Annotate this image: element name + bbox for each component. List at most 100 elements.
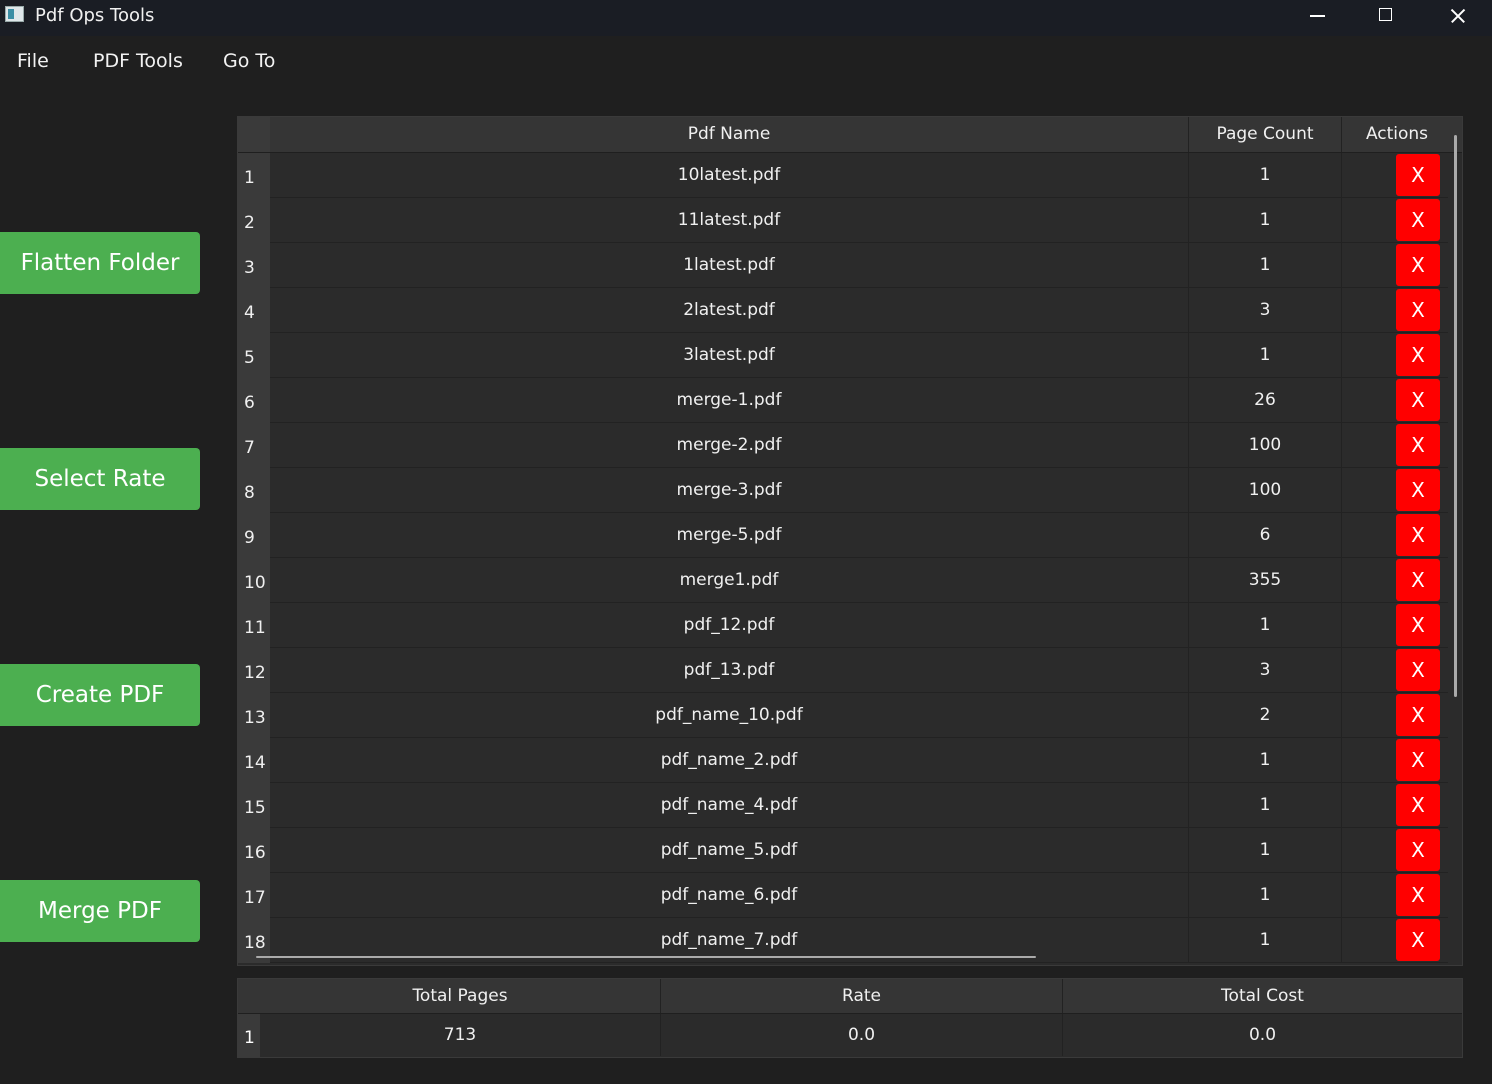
page-count-cell[interactable]: 100 xyxy=(1189,468,1342,512)
summary-header: Total Pages Rate Total Cost xyxy=(238,979,1462,1014)
pdf-name-cell[interactable]: 2latest.pdf xyxy=(270,288,1189,332)
vertical-scrollbar[interactable] xyxy=(1454,135,1457,697)
pdf-name-cell[interactable]: merge-5.pdf xyxy=(270,513,1189,557)
maximize-icon[interactable] xyxy=(1356,0,1416,32)
page-count-cell[interactable]: 100 xyxy=(1189,423,1342,467)
pdf-name-cell[interactable]: pdf_13.pdf xyxy=(270,648,1189,692)
table-row[interactable]: 14 pdf_name_2.pdf 1 X xyxy=(238,738,1448,783)
row-number: 6 xyxy=(238,378,270,423)
table-row[interactable]: 15 pdf_name_4.pdf 1 X xyxy=(238,783,1448,828)
pdf-name-cell[interactable]: pdf_name_2.pdf xyxy=(270,738,1189,782)
page-count-cell[interactable]: 3 xyxy=(1189,288,1342,332)
pdf-name-cell[interactable]: merge-1.pdf xyxy=(270,378,1189,422)
table-row[interactable]: 4 2latest.pdf 3 X xyxy=(238,288,1448,333)
column-header-pdf-name[interactable]: Pdf Name xyxy=(270,117,1189,152)
page-count-cell[interactable]: 1 xyxy=(1189,333,1342,377)
pdf-name-cell[interactable]: pdf_12.pdf xyxy=(270,603,1189,647)
summary-table: Total Pages Rate Total Cost 1 713 0.0 0.… xyxy=(237,978,1463,1058)
column-header-rate[interactable]: Rate xyxy=(661,979,1063,1013)
table-row[interactable]: 6 merge-1.pdf 26 X xyxy=(238,378,1448,423)
pdf-name-cell[interactable]: 1latest.pdf xyxy=(270,243,1189,287)
pdf-name-cell[interactable]: 11latest.pdf xyxy=(270,198,1189,242)
flatten-folder-button[interactable]: Flatten Folder xyxy=(0,232,200,294)
table-row[interactable]: 16 pdf_name_5.pdf 1 X xyxy=(238,828,1448,873)
delete-button[interactable]: X xyxy=(1396,559,1440,601)
row-number: 16 xyxy=(238,828,270,873)
minimize-icon[interactable] xyxy=(1288,0,1348,32)
delete-button[interactable]: X xyxy=(1396,649,1440,691)
table-row[interactable]: 12 pdf_13.pdf 3 X xyxy=(238,648,1448,693)
total-pages-value[interactable]: 713 xyxy=(260,1014,661,1056)
page-count-cell[interactable]: 6 xyxy=(1189,513,1342,557)
pdf-name-cell[interactable]: pdf_name_4.pdf xyxy=(270,783,1189,827)
delete-button[interactable]: X xyxy=(1396,334,1440,376)
delete-button[interactable]: X xyxy=(1396,514,1440,556)
delete-button[interactable]: X xyxy=(1396,469,1440,511)
delete-button[interactable]: X xyxy=(1396,379,1440,421)
delete-button[interactable]: X xyxy=(1396,289,1440,331)
select-rate-button[interactable]: Select Rate xyxy=(0,448,200,510)
row-number: 12 xyxy=(238,648,270,693)
page-count-cell[interactable]: 1 xyxy=(1189,198,1342,242)
table-row[interactable]: 13 pdf_name_10.pdf 2 X xyxy=(238,693,1448,738)
pdf-name-cell[interactable]: 10latest.pdf xyxy=(270,153,1189,197)
table-header: Pdf Name Page Count Actions xyxy=(238,117,1462,153)
total-cost-value[interactable]: 0.0 xyxy=(1063,1014,1462,1056)
close-icon[interactable] xyxy=(1428,0,1488,32)
menu-pdf-tools[interactable]: PDF Tools xyxy=(93,50,183,72)
merge-pdf-button[interactable]: Merge PDF xyxy=(0,880,200,942)
create-pdf-button[interactable]: Create PDF xyxy=(0,664,200,726)
page-count-cell[interactable]: 1 xyxy=(1189,783,1342,827)
page-count-cell[interactable]: 1 xyxy=(1189,828,1342,872)
delete-button[interactable]: X xyxy=(1396,829,1440,871)
column-header-total-pages[interactable]: Total Pages xyxy=(260,979,661,1013)
delete-button[interactable]: X xyxy=(1396,874,1440,916)
page-count-cell[interactable]: 3 xyxy=(1189,648,1342,692)
column-header-actions[interactable]: Actions xyxy=(1342,117,1452,152)
delete-button[interactable]: X xyxy=(1396,784,1440,826)
rate-value[interactable]: 0.0 xyxy=(661,1014,1063,1056)
page-count-cell[interactable]: 1 xyxy=(1189,738,1342,782)
delete-button[interactable]: X xyxy=(1396,919,1440,961)
column-header-total-cost[interactable]: Total Cost xyxy=(1063,979,1462,1013)
table-row[interactable]: 3 1latest.pdf 1 X xyxy=(238,243,1448,288)
pdf-name-cell[interactable]: pdf_name_5.pdf xyxy=(270,828,1189,872)
pdf-name-cell[interactable]: pdf_name_6.pdf xyxy=(270,873,1189,917)
page-count-cell[interactable]: 26 xyxy=(1189,378,1342,422)
pdf-name-cell[interactable]: 3latest.pdf xyxy=(270,333,1189,377)
table-row[interactable]: 7 merge-2.pdf 100 X xyxy=(238,423,1448,468)
menu-go-to[interactable]: Go To xyxy=(223,50,275,72)
delete-button[interactable]: X xyxy=(1396,604,1440,646)
page-count-cell[interactable]: 1 xyxy=(1189,918,1342,962)
table-row[interactable]: 11 pdf_12.pdf 1 X xyxy=(238,603,1448,648)
page-count-cell[interactable]: 1 xyxy=(1189,153,1342,197)
delete-button[interactable]: X xyxy=(1396,199,1440,241)
pdf-name-cell[interactable]: merge-2.pdf xyxy=(270,423,1189,467)
menu-file[interactable]: File xyxy=(17,50,49,72)
table-row[interactable]: 8 merge-3.pdf 100 X xyxy=(238,468,1448,513)
table-row[interactable]: 2 11latest.pdf 1 X xyxy=(238,198,1448,243)
page-count-cell[interactable]: 355 xyxy=(1189,558,1342,602)
delete-button[interactable]: X xyxy=(1396,739,1440,781)
horizontal-scrollbar[interactable] xyxy=(256,956,1036,958)
delete-button[interactable]: X xyxy=(1396,424,1440,466)
page-count-cell[interactable]: 1 xyxy=(1189,243,1342,287)
pdf-name-cell[interactable]: pdf_name_10.pdf xyxy=(270,693,1189,737)
page-count-cell[interactable]: 1 xyxy=(1189,603,1342,647)
delete-button[interactable]: X xyxy=(1396,244,1440,286)
table-row[interactable]: 17 pdf_name_6.pdf 1 X xyxy=(238,873,1448,918)
pdf-name-cell[interactable]: merge-3.pdf xyxy=(270,468,1189,512)
table-row[interactable]: 5 3latest.pdf 1 X xyxy=(238,333,1448,378)
table-row[interactable]: 1 10latest.pdf 1 X xyxy=(238,153,1448,198)
row-number: 15 xyxy=(238,783,270,828)
page-count-cell[interactable]: 1 xyxy=(1189,873,1342,917)
delete-button[interactable]: X xyxy=(1396,694,1440,736)
row-number: 11 xyxy=(238,603,270,648)
row-number: 14 xyxy=(238,738,270,783)
table-row[interactable]: 10 merge1.pdf 355 X xyxy=(238,558,1448,603)
delete-button[interactable]: X xyxy=(1396,154,1440,196)
pdf-name-cell[interactable]: merge1.pdf xyxy=(270,558,1189,602)
column-header-page-count[interactable]: Page Count xyxy=(1189,117,1342,152)
page-count-cell[interactable]: 2 xyxy=(1189,693,1342,737)
table-row[interactable]: 9 merge-5.pdf 6 X xyxy=(238,513,1448,558)
